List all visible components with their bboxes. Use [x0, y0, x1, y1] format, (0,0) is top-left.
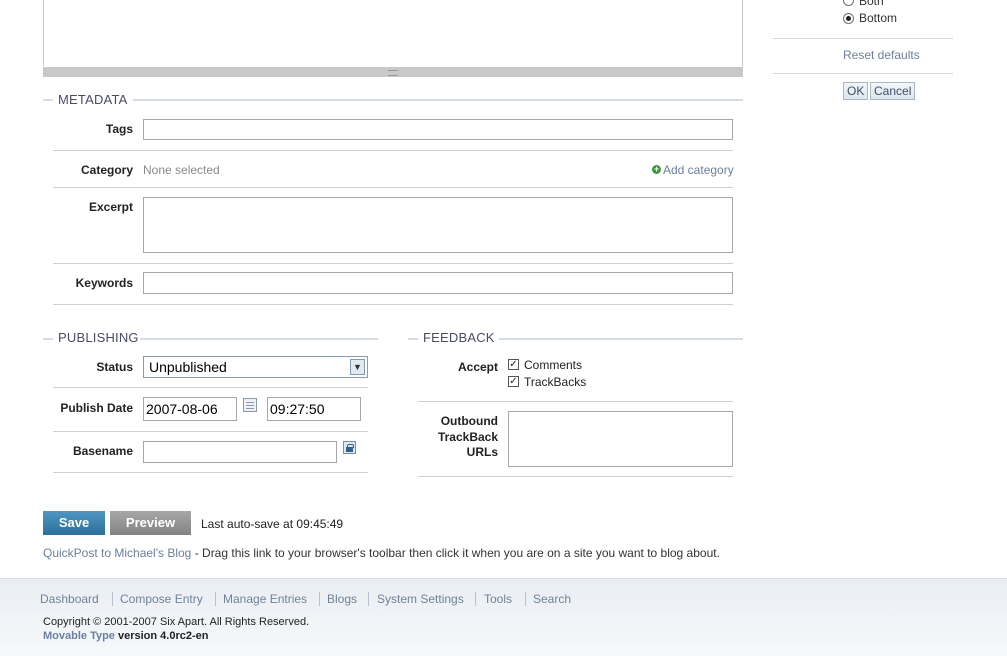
trackbacks-label: TrackBacks	[524, 375, 587, 389]
keywords-input[interactable]	[143, 272, 733, 294]
outbound-label-line: URLs	[466, 445, 498, 459]
footer-separator	[112, 592, 113, 606]
feedback-heading: FEEDBACK	[423, 330, 495, 345]
tags-label: Tags	[105, 122, 133, 136]
publishing-heading: PUBLISHING	[58, 330, 139, 345]
excerpt-textarea[interactable]	[143, 197, 733, 253]
version-text: version 4.0rc2-en	[114, 630, 209, 642]
status-select-value: Unpublished	[149, 359, 227, 375]
row-divider	[53, 304, 733, 305]
publish-date-input[interactable]	[143, 397, 237, 421]
preview-button[interactable]: Preview	[110, 511, 191, 535]
cancel-button[interactable]: Cancel	[870, 82, 916, 100]
section-rule	[133, 99, 743, 101]
quickpost-description: - Drag this link to your browser's toolb…	[191, 546, 720, 560]
quickpost-link[interactable]: QuickPost to Michael's Blog	[43, 546, 191, 560]
publish-date-label: Publish Date	[60, 401, 133, 415]
outbound-label-line: Outbound	[440, 414, 498, 428]
footer-separator	[215, 592, 216, 606]
lock-icon[interactable]	[343, 441, 356, 454]
copyright-text: Copyright © 2001-2007 Six Apart. All Rig…	[43, 616, 310, 628]
row-divider	[53, 263, 733, 264]
row-divider	[418, 476, 733, 477]
calendar-icon[interactable]	[243, 398, 257, 412]
chevron-down-icon[interactable]: ▼	[350, 359, 365, 375]
radio-bottom-label: Bottom	[859, 11, 898, 25]
outbound-trackback-label: Outbound TrackBack URLs	[418, 414, 498, 461]
footer-link-tools[interactable]: Tools	[484, 592, 512, 606]
comments-checkbox[interactable]: ✓	[508, 359, 519, 370]
reset-defaults-link[interactable]: Reset defaults	[843, 48, 920, 62]
section-rule	[43, 99, 53, 101]
category-value: None selected	[143, 163, 220, 177]
footer-link-dashboard[interactable]: Dashboard	[40, 592, 99, 606]
footer-separator	[475, 592, 476, 606]
radio-bottom[interactable]	[843, 13, 854, 24]
outbound-label-line: TrackBack	[437, 429, 498, 444]
publish-time-input[interactable]	[267, 397, 361, 421]
status-label: Status	[96, 360, 133, 374]
footer-link-system-settings[interactable]: System Settings	[377, 592, 464, 606]
category-label: Category	[80, 163, 133, 177]
row-divider	[53, 472, 368, 473]
comments-label: Comments	[524, 358, 583, 372]
status-select[interactable]: Unpublished ▼	[143, 356, 368, 378]
resize-grip-icon	[388, 70, 398, 76]
save-button[interactable]: Save	[43, 511, 105, 535]
add-category-link[interactable]: Add category	[663, 163, 734, 177]
section-rule	[499, 338, 743, 340]
footer-separator	[319, 592, 320, 606]
basename-input[interactable]	[143, 441, 337, 463]
footer-link-blogs[interactable]: Blogs	[327, 592, 357, 606]
product-version: Movable Type version 4.0rc2-en	[43, 630, 209, 642]
tags-input[interactable]	[143, 119, 733, 140]
row-divider	[53, 431, 368, 432]
footer: Dashboard Compose Entry Manage Entries B…	[0, 578, 1007, 656]
divider	[773, 38, 953, 39]
section-rule	[140, 338, 378, 340]
footer-link-compose-entry[interactable]: Compose Entry	[120, 592, 203, 606]
footer-separator	[525, 592, 526, 606]
product-name-link[interactable]: Movable Type	[43, 630, 115, 642]
footer-separator	[368, 592, 369, 606]
section-rule	[408, 338, 418, 340]
row-divider	[418, 401, 733, 402]
radio-both[interactable]	[843, 0, 854, 6]
accept-label: Accept	[457, 360, 498, 374]
row-divider	[53, 150, 733, 151]
quickpost-line: QuickPost to Michael's Blog - Drag this …	[43, 546, 720, 560]
radio-both-label: Both	[859, 0, 884, 8]
row-divider	[53, 387, 368, 388]
autosave-status: Last auto-save at 09:45:49	[201, 517, 344, 531]
row-divider	[53, 187, 733, 188]
outbound-trackback-textarea[interactable]	[508, 411, 733, 467]
divider	[773, 73, 953, 74]
metadata-heading: METADATA	[58, 92, 128, 107]
entry-body-editor[interactable]	[43, 0, 743, 66]
editor-resize-handle[interactable]	[43, 67, 743, 77]
basename-label: Basename	[72, 444, 133, 458]
keywords-label: Keywords	[75, 276, 133, 290]
trackbacks-checkbox[interactable]: ✓	[508, 376, 519, 387]
footer-link-manage-entries[interactable]: Manage Entries	[223, 592, 307, 606]
excerpt-label: Excerpt	[88, 200, 133, 214]
add-icon: +	[652, 164, 661, 174]
footer-link-search[interactable]: Search	[533, 592, 571, 606]
section-rule	[43, 338, 53, 340]
ok-button[interactable]: OK	[843, 82, 869, 100]
